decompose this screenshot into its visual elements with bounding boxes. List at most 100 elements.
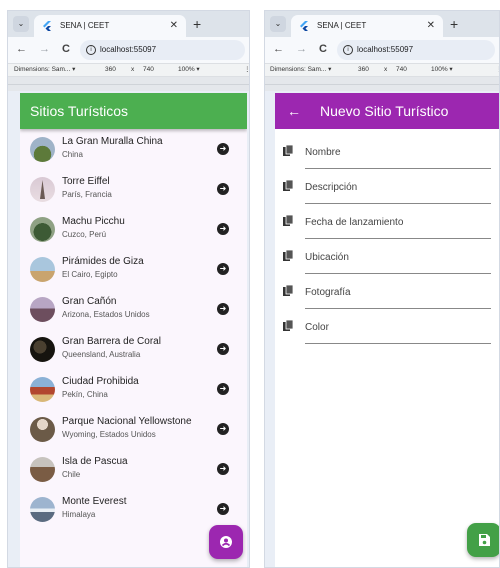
page-title: Sitios Turísticos: [30, 103, 129, 119]
device-select[interactable]: Dimensions: Sam... ▾: [270, 64, 331, 76]
tab-strip: ⌄ SENA | CEET ✕ +: [8, 11, 249, 37]
more-options-icon[interactable]: ⋮: [244, 64, 249, 76]
zoom-select[interactable]: 100% ▾: [431, 64, 453, 76]
tab-search-icon[interactable]: ⌄: [270, 16, 286, 32]
reload-icon[interactable]: C: [62, 43, 70, 55]
arrow-forward-icon[interactable]: ➜: [217, 223, 229, 235]
copy-icon: [283, 285, 294, 296]
copy-icon: [283, 145, 294, 156]
eiffel-thumbnail-graphic: [40, 180, 45, 199]
url-text: localhost:55097: [100, 45, 157, 54]
back-icon[interactable]: ←: [273, 43, 284, 55]
site-info-icon[interactable]: i: [343, 45, 353, 55]
field-underline: [305, 203, 491, 204]
site-thumbnail: [30, 257, 55, 282]
list-item[interactable]: La Gran Muralla China China ➜: [20, 129, 247, 169]
save-fab-button[interactable]: [467, 523, 499, 557]
arrow-forward-icon[interactable]: ➜: [217, 503, 229, 515]
copy-icon: [283, 320, 294, 331]
list-item[interactable]: Monte Everest Himalaya ➜: [20, 489, 247, 529]
list-item[interactable]: Machu Picchu Cuzco, Perú ➜: [20, 209, 247, 249]
app-viewport: Sitios Turísticos La Gran Muralla China …: [20, 93, 247, 567]
list-item[interactable]: Gran Cañón Arizona, Estados Unidos ➜: [20, 289, 247, 329]
arrow-forward-icon[interactable]: ➜: [217, 423, 229, 435]
width-field[interactable]: 360: [105, 64, 116, 76]
tab-title: SENA | CEET: [317, 21, 367, 30]
address-bar[interactable]: i localhost:55097: [80, 40, 245, 60]
list-item[interactable]: Pirámides de Giza El Cairo, Egipto ➜: [20, 249, 247, 289]
height-field[interactable]: 740: [143, 64, 154, 76]
reload-icon[interactable]: C: [319, 43, 327, 55]
arrow-forward-icon[interactable]: ➜: [217, 463, 229, 475]
field-descripcion[interactable]: Descripción: [275, 172, 499, 207]
list-item[interactable]: Isla de Pascua Chile ➜: [20, 449, 247, 489]
width-field[interactable]: 360: [358, 64, 369, 76]
tab-search-icon[interactable]: ⌄: [13, 16, 29, 32]
field-underline: [305, 238, 491, 239]
height-field[interactable]: 740: [396, 64, 407, 76]
field-ubicacion[interactable]: Ubicación: [275, 242, 499, 277]
field-label: Fecha de lanzamiento: [305, 217, 404, 228]
device-label: Dimensions: Sam...: [270, 66, 327, 73]
item-title: La Gran Muralla China: [62, 136, 163, 147]
site-thumbnail: [30, 457, 55, 482]
item-title: Machu Picchu: [62, 216, 125, 227]
tab-strip: ⌄ SENA | CEET ✕ +: [265, 11, 499, 37]
field-nombre[interactable]: Nombre: [275, 137, 499, 172]
field-color[interactable]: Color: [275, 312, 499, 347]
item-subtitle: París, Francia: [62, 190, 112, 199]
zoom-label: 100%: [178, 66, 195, 73]
url-text: localhost:55097: [357, 45, 414, 54]
list-item[interactable]: Parque Nacional Yellowstone Wyoming, Est…: [20, 409, 247, 449]
browser-window-left: ⌄ SENA | CEET ✕ + ← → C i localhost:5509…: [7, 10, 250, 568]
device-toolbar: Dimensions: Sam... ▾ 360 x 740 100% ▾ ⋮: [265, 63, 499, 77]
field-underline: [305, 343, 491, 344]
item-subtitle: Chile: [62, 470, 81, 479]
zoom-select[interactable]: 100% ▾: [178, 64, 200, 76]
forward-icon[interactable]: →: [39, 43, 50, 55]
item-title: Monte Everest: [62, 496, 127, 507]
device-label: Dimensions: Sam...: [14, 66, 71, 73]
more-options-icon[interactable]: ⋮: [496, 64, 499, 76]
close-tab-icon[interactable]: ✕: [427, 15, 435, 37]
field-underline: [305, 308, 491, 309]
item-subtitle: Himalaya: [62, 510, 96, 519]
arrow-forward-icon[interactable]: ➜: [217, 263, 229, 275]
arrow-forward-icon[interactable]: ➜: [217, 183, 229, 195]
toolbar: ← → C i localhost:55097: [8, 37, 249, 63]
new-tab-icon[interactable]: +: [450, 15, 458, 33]
close-tab-icon[interactable]: ✕: [170, 15, 178, 37]
item-subtitle: China: [62, 150, 83, 159]
list-item[interactable]: Torre Eiffel París, Francia ➜: [20, 169, 247, 209]
zoom-label: 100%: [431, 66, 448, 73]
arrow-forward-icon[interactable]: ➜: [217, 143, 229, 155]
new-tab-icon[interactable]: +: [193, 15, 201, 33]
field-fotografia[interactable]: Fotografía: [275, 277, 499, 312]
field-fecha[interactable]: Fecha de lanzamiento: [275, 207, 499, 242]
back-icon[interactable]: ←: [16, 43, 27, 55]
copy-icon: [283, 215, 294, 226]
arrow-back-icon[interactable]: ←: [287, 93, 301, 129]
browser-tab[interactable]: SENA | CEET ✕: [34, 15, 186, 37]
device-select[interactable]: Dimensions: Sam... ▾: [14, 64, 75, 76]
profile-fab-button[interactable]: [209, 525, 243, 559]
address-bar[interactable]: i localhost:55097: [337, 40, 495, 60]
site-thumbnail: [30, 377, 55, 402]
site-info-icon[interactable]: i: [86, 45, 96, 55]
forward-icon[interactable]: →: [296, 43, 307, 55]
list-item[interactable]: Ciudad Prohibida Pekín, China ➜: [20, 369, 247, 409]
tab-title: SENA | CEET: [60, 21, 110, 30]
item-title: Pirámides de Giza: [62, 256, 144, 267]
arrow-forward-icon[interactable]: ➜: [217, 383, 229, 395]
site-thumbnail: [30, 177, 55, 202]
item-subtitle: Queensland, Australia: [62, 350, 141, 359]
arrow-forward-icon[interactable]: ➜: [217, 343, 229, 355]
account-circle-icon: [220, 536, 232, 548]
site-thumbnail: [30, 497, 55, 522]
list-item[interactable]: Gran Barrera de Coral Queensland, Austra…: [20, 329, 247, 369]
site-thumbnail: [30, 417, 55, 442]
item-title: Parque Nacional Yellowstone: [62, 416, 192, 427]
browser-tab[interactable]: SENA | CEET ✕: [291, 15, 443, 37]
arrow-forward-icon[interactable]: ➜: [217, 303, 229, 315]
device-toolbar: Dimensions: Sam... ▾ 360 x 740 100% ▾ ⋮: [8, 63, 249, 77]
